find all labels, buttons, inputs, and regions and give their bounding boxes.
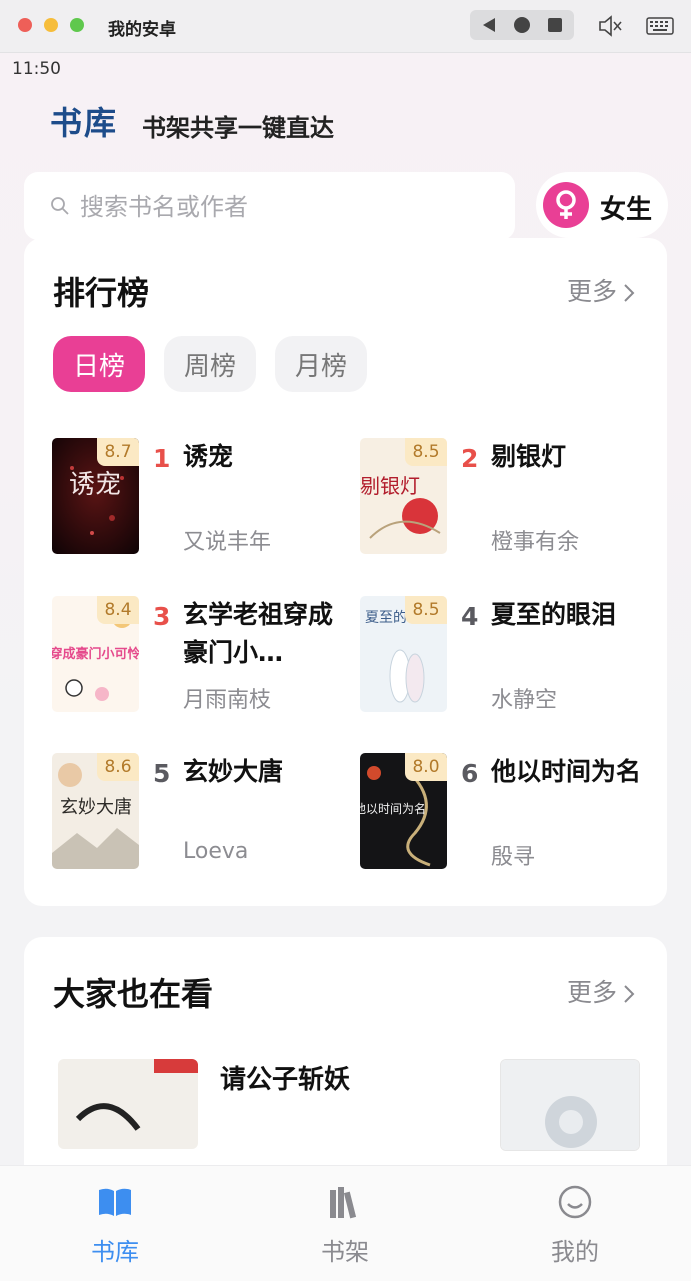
ranking-book-item[interactable]: 穿成豪门小可怜 8.4 3 玄学老祖穿成豪门小… 月雨南枝 (52, 596, 352, 713)
ranking-title: 排行榜 (53, 274, 150, 312)
cover-title-text: 剔银灯 (360, 474, 420, 498)
ranking-more-link[interactable]: 更多 (567, 272, 635, 308)
book-author: 水静空 (491, 688, 558, 713)
book-score: 8.5 (405, 438, 447, 466)
gender-label: 女生 (600, 195, 653, 225)
home-circle-icon (514, 17, 530, 33)
book-cover[interactable]: 夏至的 8.5 (360, 596, 447, 712)
tab-profile[interactable]: 我的 (515, 1184, 635, 1266)
window-title: 我的安卓 (108, 20, 176, 40)
more-label: 更多 (567, 277, 618, 306)
ranking-book-item[interactable]: 夏至的 8.5 4 夏至的眼泪 水静空 (360, 596, 660, 713)
minimize-window-button[interactable] (44, 18, 58, 32)
keyboard-button[interactable] (646, 12, 674, 40)
ranking-book-item[interactable]: 诱宠 8.7 1 诱宠 又说丰年 (52, 438, 352, 555)
book-score: 8.6 (97, 753, 139, 781)
tab-weekly[interactable]: 周榜 (164, 336, 256, 392)
book-open-icon (99, 1188, 131, 1216)
search-box[interactable] (24, 172, 515, 240)
tab-monthly[interactable]: 月榜 (275, 336, 367, 392)
book-cover[interactable]: 诱宠 8.7 (52, 438, 139, 554)
search-icon (51, 197, 69, 215)
book-cover[interactable] (500, 1059, 640, 1151)
smiley-icon (558, 1185, 592, 1219)
also-watching-card: 大家也在看 更多 请公子斩妖 (24, 937, 667, 1197)
ranking-book-item[interactable]: 他以时间为名 8.0 6 他以时间为名 殷寻 (360, 753, 660, 870)
page-title: 书库 (50, 104, 119, 142)
back-button[interactable] (472, 10, 506, 40)
book-title[interactable]: 夏至的眼泪 (491, 596, 641, 634)
cover-title-text: 穿成豪门小可怜 (52, 646, 139, 662)
book-author: 殷寻 (491, 845, 536, 870)
book-score: 8.4 (97, 596, 139, 624)
ranking-book-item[interactable]: 玄妙大唐 8.6 5 玄妙大唐 Loeva (52, 753, 352, 869)
book-cover[interactable] (58, 1059, 198, 1149)
book-cover[interactable]: 玄妙大唐 8.6 (52, 753, 139, 869)
book-rank: 4 (461, 602, 479, 631)
book-title[interactable]: 玄学老祖穿成豪门小… (183, 596, 333, 672)
keyboard-icon (646, 17, 674, 35)
tab-library-label: 书库 (91, 1238, 139, 1266)
book-rank: 3 (153, 602, 171, 631)
window-titlebar: 我的安卓 (0, 0, 691, 53)
cover-illustration (501, 1060, 639, 1150)
book-rank: 5 (153, 759, 171, 788)
book-author: Loeva (183, 839, 249, 864)
maximize-window-button[interactable] (70, 18, 84, 32)
tab-daily[interactable]: 日榜 (53, 336, 145, 392)
home-button[interactable] (505, 10, 539, 40)
cover-title-text: 诱宠 (69, 470, 121, 500)
chevron-right-icon (624, 985, 635, 1003)
book-author: 又说丰年 (183, 530, 272, 555)
cover-title-text: 玄妙大唐 (60, 797, 132, 818)
mute-button[interactable] (596, 12, 624, 40)
bookshelf-icon (330, 1187, 357, 1219)
book-cover[interactable]: 穿成豪门小可怜 8.4 (52, 596, 139, 712)
book-cover[interactable]: 他以时间为名 8.0 (360, 753, 447, 869)
tab-library[interactable]: 书库 (55, 1184, 175, 1266)
book-title[interactable]: 剔银灯 (491, 438, 641, 476)
close-window-button[interactable] (18, 18, 32, 32)
book-author: 月雨南枝 (183, 688, 272, 713)
book-cover[interactable]: 剔银灯 8.5 (360, 438, 447, 554)
search-input[interactable] (78, 184, 502, 230)
book-title[interactable]: 请公子斩妖 (220, 1059, 350, 1096)
book-title[interactable]: 他以时间为名 (491, 753, 641, 791)
book-title[interactable]: 玄妙大唐 (183, 753, 333, 791)
female-icon (543, 182, 589, 228)
also-watching-more-link[interactable]: 更多 (567, 973, 635, 1009)
android-nav-group (470, 10, 574, 40)
cover-title-text: 夏至的 (365, 610, 407, 626)
speaker-muted-icon (599, 15, 622, 37)
book-score: 8.7 (97, 438, 139, 466)
book-rank: 2 (461, 444, 479, 473)
page-slogan: 书架共享一键直达 (142, 114, 334, 142)
tab-profile-label: 我的 (551, 1238, 599, 1266)
ranking-card: 排行榜 更多 日榜 周榜 月榜 诱宠 8.7 1 诱宠 又说丰年 剔银灯 8.5… (24, 238, 667, 906)
gender-toggle-button[interactable]: 女生 (536, 172, 668, 238)
book-author: 橙事有余 (491, 530, 580, 555)
book-title[interactable]: 诱宠 (183, 438, 333, 476)
back-triangle-icon (483, 18, 495, 32)
bottom-tab-bar: 书库 书架 我的 (0, 1165, 691, 1281)
ranking-book-item[interactable]: 剔银灯 8.5 2 剔银灯 橙事有余 (360, 438, 660, 555)
book-score: 8.0 (405, 753, 447, 781)
tab-bookshelf-label: 书架 (321, 1238, 369, 1266)
more-label: 更多 (567, 978, 618, 1007)
status-time: 11:50 (12, 59, 61, 79)
also-watching-title: 大家也在看 (53, 975, 214, 1013)
book-rank: 1 (153, 444, 171, 473)
book-rank: 6 (461, 759, 479, 788)
recents-button[interactable] (538, 10, 572, 40)
cover-illustration (58, 1059, 198, 1149)
recents-square-icon (548, 18, 562, 32)
cover-title-text: 他以时间为名 (360, 801, 426, 816)
chevron-right-icon (624, 284, 635, 302)
tab-bookshelf[interactable]: 书架 (285, 1184, 405, 1266)
book-score: 8.5 (405, 596, 447, 624)
